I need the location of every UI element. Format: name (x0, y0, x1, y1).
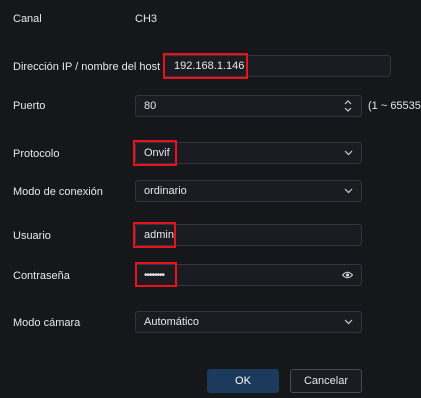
spinner-up-icon[interactable] (344, 100, 352, 105)
puerto-input[interactable]: 80 (135, 95, 362, 117)
canal-label: Canal (13, 13, 42, 25)
chevron-down-icon (343, 317, 353, 327)
contrasena-input[interactable]: •••••••• (135, 264, 362, 286)
protocolo-value: Onvif (144, 147, 170, 159)
contrasena-label: Contraseña (13, 270, 70, 282)
ip-value: 192.168.1.146 (174, 60, 245, 72)
canal-value: CH3 (135, 13, 158, 25)
modo-camara-select[interactable]: Automático (135, 311, 362, 333)
protocolo-select[interactable]: Onvif (135, 142, 362, 164)
puerto-value: 80 (144, 100, 157, 112)
modo-camara-label: Modo cámara (13, 317, 81, 329)
contrasena-value: •••••••• (144, 269, 165, 281)
protocolo-label: Protocolo (13, 148, 60, 160)
ip-label: Dirección IP / nombre del host (13, 61, 161, 73)
chevron-down-icon (343, 148, 353, 158)
puerto-label: Puerto (13, 100, 46, 112)
usuario-label: Usuario (13, 230, 51, 242)
channel-settings-dialog: Canal CH3 Dirección IP / nombre del host… (0, 0, 421, 398)
puerto-range: (1 ~ 65535) (368, 100, 421, 112)
modo-camara-value: Automático (144, 316, 200, 328)
eye-icon[interactable] (341, 270, 353, 280)
usuario-value: admin (144, 229, 174, 241)
spinner-arrows-icon[interactable] (343, 97, 353, 115)
chevron-down-icon (343, 186, 353, 196)
spinner-down-icon[interactable] (344, 107, 352, 112)
ip-input[interactable]: 192.168.1.146 (163, 55, 391, 77)
modo-conexion-label: Modo de conexión (13, 186, 103, 198)
ok-button[interactable]: OK (207, 369, 279, 393)
modo-conexion-select[interactable]: ordinario (135, 180, 362, 202)
modo-conexion-value: ordinario (144, 185, 187, 197)
cancel-button[interactable]: Cancelar (290, 369, 362, 393)
usuario-input[interactable]: admin (135, 224, 362, 246)
